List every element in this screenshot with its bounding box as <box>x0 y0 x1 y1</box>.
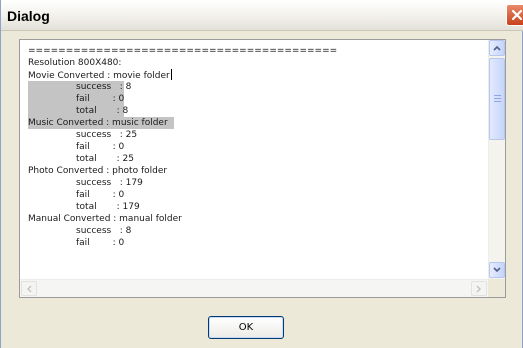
arrow-left-icon <box>27 285 32 292</box>
log-text-area[interactable]: ========================================… <box>20 40 505 279</box>
music-success: success : 25 <box>76 130 138 140</box>
scroll-corner <box>488 279 505 297</box>
dialog-window: Dialog =================================… <box>0 0 523 348</box>
photo-heading: Photo Converted : photo folder <box>28 166 168 176</box>
window-title: Dialog <box>7 8 50 24</box>
music-fail: fail : 0 <box>76 142 125 152</box>
arrow-up-icon <box>493 45 501 51</box>
close-button[interactable] <box>506 4 523 26</box>
title-bar[interactable]: Dialog <box>1 0 523 31</box>
movie-heading-text: Movie Converted : movie folder <box>28 71 170 81</box>
manual-success: success : 8 <box>76 226 132 236</box>
thumb-grip-3 <box>494 101 501 102</box>
manual-fail: fail : 0 <box>76 238 125 248</box>
photo-fail: fail : 0 <box>76 190 125 200</box>
log-panel: ========================================… <box>19 39 506 298</box>
horizontal-scrollbar[interactable] <box>20 279 505 297</box>
arrow-down-icon <box>493 267 501 273</box>
scroll-thumb[interactable] <box>489 58 505 140</box>
separator-line: ========================================… <box>28 46 338 56</box>
close-icon <box>511 9 523 21</box>
manual-heading: Manual Converted : manual folder <box>28 214 182 224</box>
music-heading: Music Converted : music folder <box>28 118 168 128</box>
text-caret <box>170 69 172 80</box>
scroll-right-button[interactable] <box>471 281 487 296</box>
music-total: total : 25 <box>76 154 134 164</box>
ok-button[interactable]: OK <box>208 316 284 339</box>
thumb-grip-2 <box>494 98 501 99</box>
movie-total: total : 8 <box>76 106 129 116</box>
photo-success: success : 179 <box>76 178 143 188</box>
photo-total: total : 179 <box>76 202 140 212</box>
vertical-scrollbar[interactable] <box>488 40 505 279</box>
scroll-up-button[interactable] <box>489 40 505 56</box>
movie-fail: fail : 0 <box>76 94 125 104</box>
resolution-line: Resolution 800X480: <box>28 58 122 68</box>
thumb-grip-1 <box>494 95 501 96</box>
movie-success: success : 8 <box>76 82 132 92</box>
arrow-right-icon <box>476 285 481 292</box>
scroll-left-button[interactable] <box>21 281 37 296</box>
movie-heading: Movie Converted : movie folder <box>28 69 172 81</box>
scroll-down-button[interactable] <box>489 262 505 278</box>
